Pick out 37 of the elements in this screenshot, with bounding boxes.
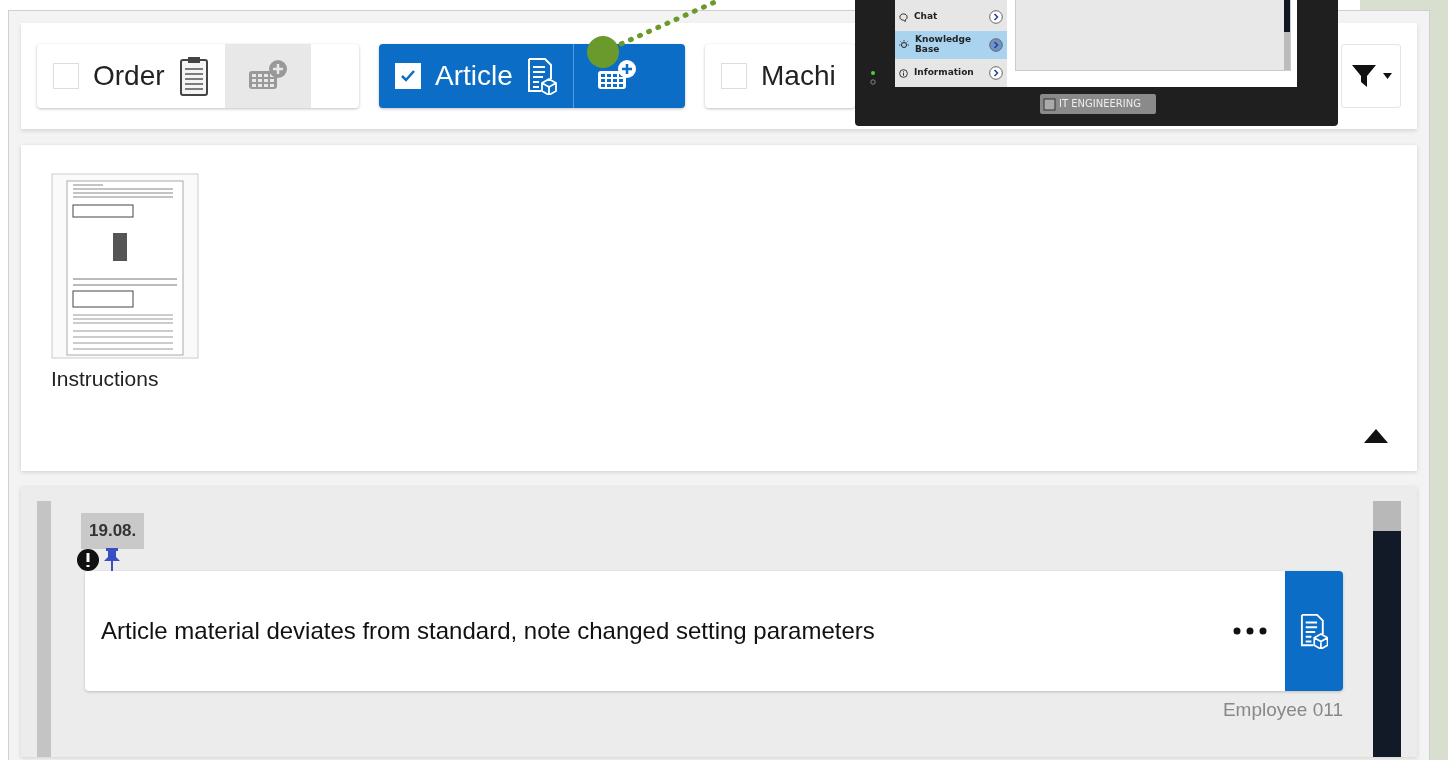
scrollbar[interactable] [1373, 501, 1401, 757]
checkbox[interactable] [721, 63, 747, 89]
caret-icon [1382, 73, 1392, 79]
checkbox[interactable] [53, 63, 79, 89]
document-thumbnail[interactable] [51, 173, 199, 359]
author-name: Employee 011 [1222, 699, 1343, 721]
date-badge: 19.08. [81, 513, 145, 549]
pin-icon[interactable] [103, 547, 121, 573]
info-icon [899, 68, 908, 78]
filter-label: Article [435, 60, 513, 92]
menu-item[interactable]: Information [895, 59, 1007, 87]
attachment-name: Instructions [51, 367, 160, 391]
article-button[interactable] [1285, 571, 1343, 691]
filter-label: Order [93, 60, 165, 92]
note-text: Article material deviates from standard, note changed setting parameters [100, 616, 876, 646]
filter-icon [1350, 63, 1377, 89]
chevron-icon [989, 10, 1003, 24]
document-cube-icon [1299, 612, 1329, 650]
chevron-icon [989, 38, 1003, 52]
filter-toggle[interactable]: Order [37, 44, 359, 108]
clipboard-icon [178, 55, 209, 97]
filter-toggle[interactable]: Machi [705, 44, 855, 108]
filter-label: Machi [761, 60, 836, 92]
chevron-icon [989, 66, 1003, 80]
more-icon [1233, 627, 1267, 635]
led-icon [870, 70, 876, 86]
menu-item[interactable]: Knowledge Base [895, 31, 1007, 59]
collapse-button[interactable] [1363, 427, 1389, 445]
menu-item[interactable]: Chat [895, 3, 1007, 31]
logo: IT ENGINEERING [1040, 94, 1156, 114]
speech-bubble-icon [899, 12, 908, 22]
filter-toggle[interactable]: Article [379, 44, 685, 108]
lightbulb-icon [899, 40, 909, 50]
scrollbar-thumb[interactable] [1373, 501, 1401, 531]
filter-button[interactable] [1341, 44, 1401, 108]
checkmark-icon [400, 69, 416, 83]
document-cube-icon [526, 57, 557, 95]
